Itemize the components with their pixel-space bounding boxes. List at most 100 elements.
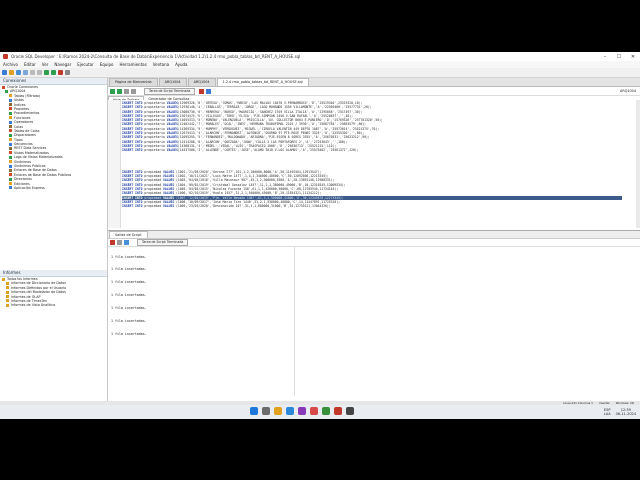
report-item-label: Informes Definidos por el Usuario — [11, 285, 67, 290]
open-icon[interactable] — [9, 70, 14, 75]
report-item-label: Informes de OLAP — [11, 294, 41, 299]
tree-node-icon — [9, 182, 12, 186]
app-icon-3[interactable] — [322, 407, 330, 415]
output-task-status: Tarea de Script Terminada — [137, 239, 189, 246]
tree-node-icon — [9, 111, 12, 115]
tree-node-icon — [9, 120, 12, 124]
tree-item-label: Secuencias — [14, 142, 33, 147]
stop-icon[interactable] — [58, 70, 63, 75]
folder-icon — [6, 290, 9, 294]
report-item[interactable]: Informes de Vista Analítica — [2, 303, 107, 307]
run-statement-icon[interactable] — [110, 88, 115, 94]
menu-item-2[interactable]: Ver — [42, 62, 49, 67]
document-tab[interactable]: Página de Bienvenida — [109, 78, 158, 86]
clear-icon[interactable] — [117, 240, 122, 245]
code-line[interactable]: INSERT INTO propiedad VALUES (1009,'23/0… — [122, 204, 622, 208]
document-tab[interactable]: ARQ1004 — [158, 78, 187, 86]
editor-scrollbar[interactable] — [636, 100, 640, 228]
menu-item-7[interactable]: Ventana — [153, 62, 169, 67]
tree-node-icon — [9, 186, 12, 190]
tree-item-label: Vistas — [14, 98, 24, 103]
cancel-icon[interactable] — [199, 88, 205, 94]
folder-icon — [6, 281, 9, 285]
explain-icon[interactable] — [206, 88, 212, 94]
close-button[interactable]: ✕ — [626, 54, 640, 60]
tab-script-output[interactable]: Salida de Script — [109, 231, 148, 238]
tree-item-label: ARQ1004 — [10, 89, 26, 94]
save-all-icon[interactable] — [23, 70, 28, 75]
tree-node-icon — [9, 116, 12, 120]
connections-tree: Oracle Conexiones ARQ1004 Tablas (Filtrado… — [0, 85, 107, 190]
clock[interactable]: 12:39 06-11-2024 — [616, 408, 636, 416]
tree-node-icon — [9, 168, 12, 172]
menu-item-6[interactable]: Herramientas — [119, 62, 146, 67]
report-item-label: Informes de Vista Analítica — [11, 303, 56, 308]
maximize-button[interactable]: ☐ — [612, 54, 626, 60]
oracle-app-icon — [3, 54, 8, 59]
main-toolbar — [0, 68, 640, 78]
pin-icon[interactable] — [110, 240, 115, 245]
run-icon[interactable] — [44, 70, 49, 75]
tree-item-label: Operadores — [14, 120, 34, 125]
tree-node-icon — [9, 160, 12, 164]
commit-icon[interactable] — [124, 88, 129, 94]
run-script-icon[interactable] — [117, 88, 122, 94]
tree-item-label: Enlaces de Base de Datos — [14, 168, 57, 173]
app-icon-1[interactable] — [298, 407, 306, 415]
search-icon[interactable] — [262, 407, 270, 415]
sql-editor[interactable]: INSERT INTO propietario VALUES(12969326,… — [108, 100, 640, 228]
tree-node-icon — [9, 173, 12, 177]
document-tab[interactable]: 1.2.4 rmo_pobla_tablas_bd_RENT_A_HOUSE.s… — [216, 78, 309, 86]
app-icon-4[interactable] — [346, 407, 354, 415]
debug-icon[interactable] — [51, 70, 56, 75]
tree-item[interactable]: Aplicación Express — [2, 186, 107, 190]
save-icon[interactable] — [16, 70, 21, 75]
minimize-button[interactable]: – — [598, 54, 612, 60]
tree-node-icon — [9, 146, 12, 150]
sql-icon[interactable] — [65, 70, 70, 75]
file-explorer-icon[interactable] — [274, 407, 282, 415]
report-item-label: Informes de Diccionario de Datos — [11, 281, 66, 286]
save-output-icon[interactable] — [124, 240, 129, 245]
connection-selector[interactable]: ARQ1004 — [620, 89, 636, 93]
tree-node-icon — [2, 85, 5, 89]
menu-item-5[interactable]: Equipo — [100, 62, 114, 67]
folder-icon — [6, 286, 9, 290]
script-output-panel: Salida de Script Tarea de Script Termina… — [108, 230, 640, 400]
edge-icon[interactable] — [286, 407, 294, 415]
tree-node-icon — [9, 103, 12, 107]
tree-item-label: Tablas de Colas — [14, 128, 40, 133]
menu-item-0[interactable]: Archivo — [3, 62, 18, 67]
sql-developer-taskbar-icon[interactable] — [334, 407, 342, 415]
tree-item-label: Sinónimos Públicos — [14, 164, 46, 169]
tree-item-label: Ediciones — [14, 181, 30, 186]
tree-node-icon — [9, 155, 12, 159]
worksheet-toolbar: Tarea de Script Terminada ARQ1004 — [108, 87, 640, 96]
document-tabs: Página de Bienvenida ARQ1004 ARQ1004 1.2.4 … — [108, 78, 640, 87]
code-content[interactable]: INSERT INTO propietario VALUES(12969326,… — [122, 101, 622, 208]
document-tab[interactable]: ARQ1004 — [187, 78, 216, 86]
connections-panel: Conexiones Oracle Conexiones ARQ1004 Tabla… — [0, 78, 108, 401]
tree-node-icon — [9, 133, 12, 137]
tree-node-icon — [5, 89, 8, 93]
tree-item-label: Colas — [14, 124, 23, 129]
tree-node-icon — [9, 94, 12, 98]
tree-item-label: Sinónimos — [14, 159, 32, 164]
folder-icon — [2, 277, 5, 281]
start-icon[interactable] — [250, 407, 258, 415]
output-tabs: Salida de Script — [108, 231, 640, 239]
undo-icon[interactable] — [30, 70, 35, 75]
tree-node-icon — [9, 142, 12, 146]
window-title: Oracle SQL Developer : E:\Ramos 2024-2\C… — [11, 54, 301, 59]
menu-item-1[interactable]: Editar — [24, 62, 36, 67]
tree-item-label: Directorios — [14, 177, 32, 182]
menu-item-8[interactable]: Ayuda — [175, 62, 187, 67]
menu-item-4[interactable]: Ejecutar — [77, 62, 94, 67]
new-icon[interactable] — [2, 70, 7, 75]
app-icon-2[interactable] — [310, 407, 318, 415]
redo-icon[interactable] — [37, 70, 42, 75]
tree-item-label: Enlaces de Base de Datos Públicos — [14, 172, 72, 177]
reports-tree: Todos los Informes Informes de Diccionari… — [0, 277, 107, 308]
rollback-icon[interactable] — [131, 88, 136, 94]
menu-item-3[interactable]: Navegar — [54, 62, 71, 67]
